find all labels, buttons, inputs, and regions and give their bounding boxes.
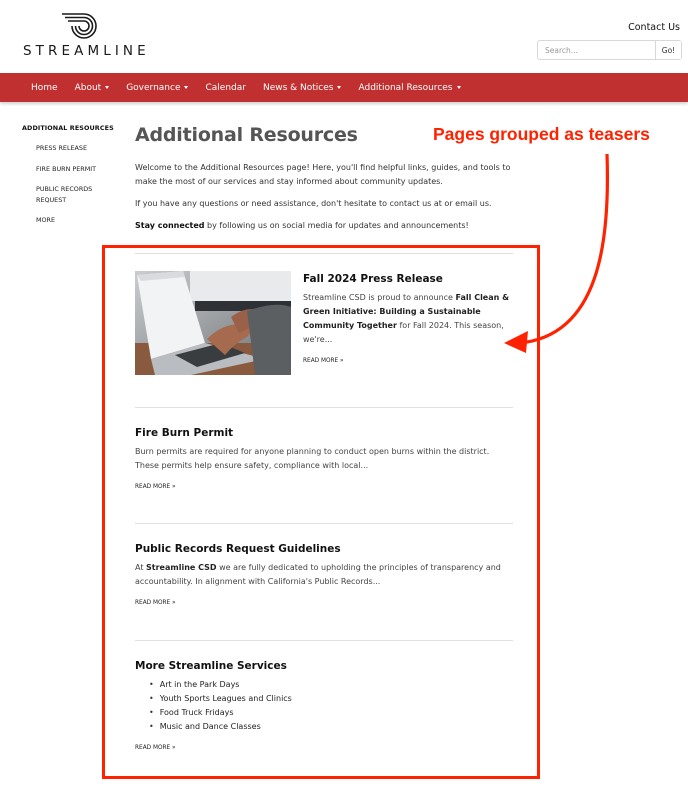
teaser-divider [135, 407, 513, 408]
contact-us-link[interactable]: Contact Us [628, 22, 680, 33]
list-item: Art in the Park Days [149, 678, 513, 692]
teaser-more-services: More Streamline Services Art in the Park… [135, 640, 513, 770]
read-more-link[interactable]: READ MORE » [135, 745, 176, 751]
nav-label: About [74, 82, 102, 93]
teaser-fire-burn-permit: Fire Burn Permit Burn permits are requir… [135, 407, 513, 507]
nav-label: Calendar [205, 82, 246, 93]
services-list: Art in the Park Days Youth Sports League… [149, 678, 513, 734]
search-go-button[interactable]: Go! [655, 41, 681, 59]
logo-wordmark: STREAMLINE [23, 43, 150, 59]
teaser-public-records: Public Records Request Guidelines At Str… [135, 523, 513, 623]
teaser-content: Fall 2024 Press Release Streamline CSD i… [303, 273, 513, 366]
teaser-title[interactable]: More Streamline Services [135, 660, 513, 672]
intro-text: Welcome to the Additional Resources page… [135, 161, 515, 233]
teaser-content: Fire Burn Permit Burn permits are requir… [135, 427, 513, 492]
teaser-press-release: Fall 2024 Press Release Streamline CSD i… [135, 253, 513, 393]
teaser-divider [135, 253, 513, 254]
read-more-link[interactable]: READ MORE » [135, 484, 176, 490]
nav-item-about[interactable]: About [75, 83, 110, 93]
nav-item-home[interactable]: Home [31, 83, 58, 93]
main-nav: Home About Governance Calendar News & No… [0, 73, 688, 102]
search-input[interactable] [538, 41, 655, 59]
annotation-label: Pages grouped as teasers [433, 124, 650, 144]
nav-item-calendar[interactable]: Calendar [205, 83, 245, 93]
intro-paragraph: Welcome to the Additional Resources page… [135, 163, 511, 186]
teaser-divider [135, 523, 513, 524]
caret-down-icon [456, 86, 461, 89]
sidebar-item-more[interactable]: MORE [36, 215, 117, 226]
list-item: Youth Sports Leagues and Clinics [149, 692, 513, 706]
teaser-image[interactable] [135, 271, 291, 375]
caret-down-icon [184, 86, 189, 89]
nav-label: Home [31, 82, 58, 93]
laptop-typing-photo-icon [135, 271, 291, 375]
nav-label: News & Notices [262, 82, 334, 93]
intro-paragraph: Stay connected by following us on social… [135, 219, 515, 233]
nav-label: Governance [126, 82, 181, 93]
teaser-bold: Streamline CSD [146, 563, 217, 572]
list-item: Music and Dance Classes [149, 720, 513, 734]
teaser-body: At Streamline CSD we are fully dedicated… [135, 561, 513, 589]
teaser-content: More Streamline Services Art in the Park… [135, 660, 513, 753]
nav-label: Additional Resources [358, 82, 453, 93]
sidebar-item-press-release[interactable]: PRESS RELEASE [36, 143, 117, 154]
search-form: Go! [537, 40, 682, 60]
site-header: STREAMLINE Contact Us Go! [0, 0, 688, 73]
teaser-content: Public Records Request Guidelines At Str… [135, 543, 513, 608]
sidebar-nav: ADDITIONAL RESOURCES PRESS RELEASE FIRE … [22, 124, 117, 236]
intro-text-rest: by following us on social media for upda… [204, 221, 469, 230]
streamline-swoosh-icon [62, 13, 97, 39]
teaser-title[interactable]: Public Records Request Guidelines [135, 543, 513, 555]
site-logo[interactable]: STREAMLINE [23, 12, 146, 60]
intro-bold: Stay connected [135, 221, 205, 230]
teaser-title[interactable]: Fall 2024 Press Release [303, 273, 513, 285]
list-item: Food Truck Fridays [149, 706, 513, 720]
teaser-body: Burn permits are required for anyone pla… [135, 447, 490, 470]
read-more-link[interactable]: READ MORE » [303, 358, 344, 364]
nav-item-additional-resources[interactable]: Additional Resources [358, 82, 461, 93]
nav-item-governance[interactable]: Governance [126, 82, 189, 93]
sidebar-heading[interactable]: ADDITIONAL RESOURCES [22, 124, 117, 132]
sidebar-item-fire-burn-permit[interactable]: FIRE BURN PERMIT [36, 164, 117, 175]
caret-down-icon [105, 86, 110, 89]
nav-item-news-notices[interactable]: News & Notices [263, 83, 342, 93]
intro-paragraph: If you have any questions or need assist… [135, 199, 492, 208]
sidebar-item-public-records-request[interactable]: PUBLIC RECORDS REQUEST [36, 184, 106, 205]
teaser-body: Streamline CSD is proud to announce Fall… [303, 291, 513, 347]
annotation-arrow-icon [504, 153, 610, 353]
teaser-divider [135, 640, 513, 641]
read-more-link[interactable]: READ MORE » [135, 600, 176, 606]
teaser-text: Streamline CSD is proud to announce [303, 293, 456, 302]
caret-down-icon [337, 86, 342, 89]
teaser-title[interactable]: Fire Burn Permit [135, 427, 513, 439]
teaser-text: At [135, 563, 147, 572]
